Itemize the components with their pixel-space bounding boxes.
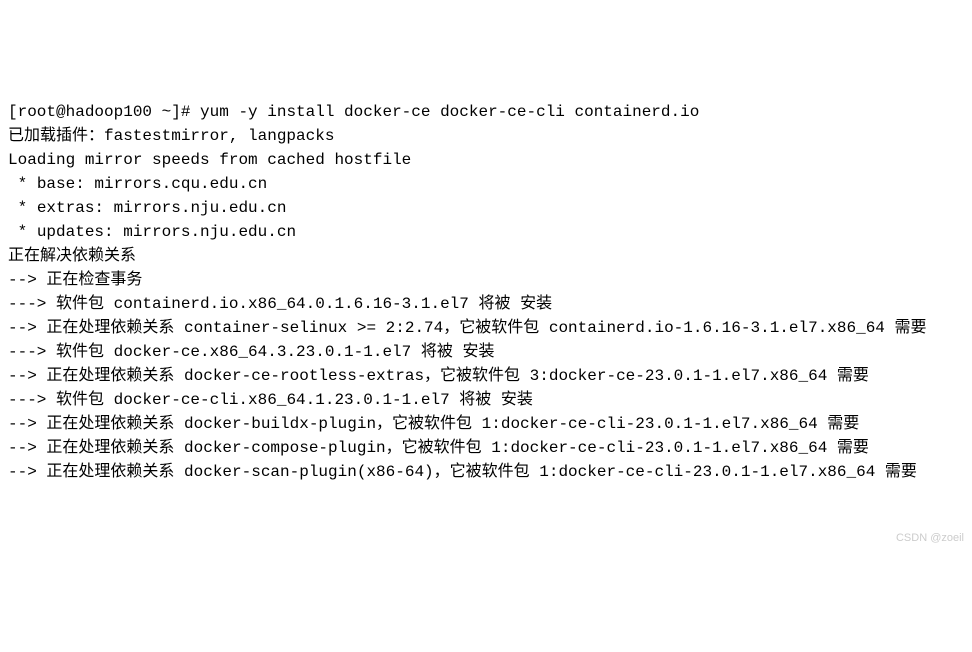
terminal-line-prompt: [root@hadoop100 ~]# yum -y install docke… [8,100,964,124]
terminal-line: 已加载插件：fastestmirror, langpacks [8,124,964,148]
terminal-line: * base: mirrors.cqu.edu.cn [8,172,964,196]
terminal-line: * updates: mirrors.nju.edu.cn [8,220,964,244]
terminal-line: Loading mirror speeds from cached hostfi… [8,148,964,172]
terminal-line: --> 正在处理依赖关系 docker-scan-plugin(x86-64)，… [8,460,964,484]
terminal-line: --> 正在检查事务 [8,268,964,292]
terminal-line: --> 正在处理依赖关系 container-selinux >= 2:2.74… [8,316,964,340]
terminal-line: ---> 软件包 containerd.io.x86_64.0.1.6.16-3… [8,292,964,316]
watermark-text: CSDN @zoeil [896,530,964,547]
terminal-line: ---> 软件包 docker-ce.x86_64.3.23.0.1-1.el7… [8,340,964,364]
terminal-line: --> 正在处理依赖关系 docker-ce-rootless-extras，它… [8,364,964,388]
terminal-line: ---> 软件包 docker-ce-cli.x86_64.1.23.0.1-1… [8,388,964,412]
terminal-output: [root@hadoop100 ~]# yum -y install docke… [8,100,964,484]
terminal-line: 正在解决依赖关系 [8,244,964,268]
terminal-line: --> 正在处理依赖关系 docker-buildx-plugin，它被软件包 … [8,412,964,436]
terminal-line: * extras: mirrors.nju.edu.cn [8,196,964,220]
terminal-line: --> 正在处理依赖关系 docker-compose-plugin，它被软件包… [8,436,964,460]
